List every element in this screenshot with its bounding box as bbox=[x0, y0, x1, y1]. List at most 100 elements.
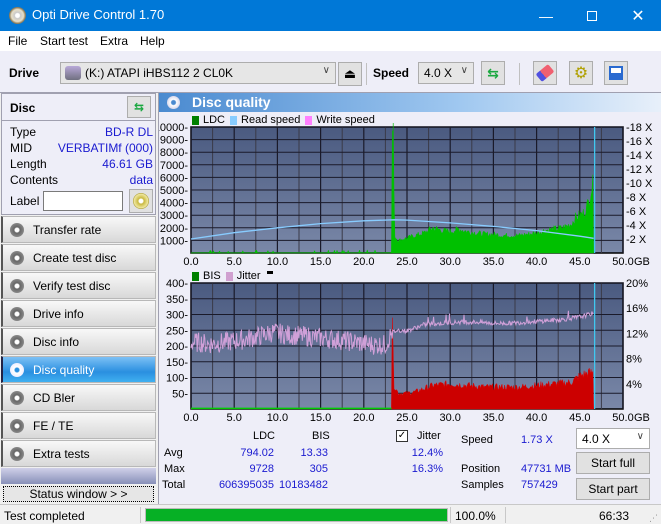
drive-icon bbox=[65, 66, 81, 80]
status-window-button[interactable]: Status window > > bbox=[3, 486, 154, 502]
y-tick-label: 1000- bbox=[160, 235, 188, 247]
elapsed-time: 66:33 bbox=[598, 509, 629, 523]
minimize-button[interactable]: — bbox=[523, 0, 569, 31]
extra-tests-icon bbox=[10, 447, 24, 461]
x-tick-label: 40.0 bbox=[526, 412, 547, 424]
y2-tick-label: 20% bbox=[626, 279, 648, 290]
settings-icon: ⚙ bbox=[573, 65, 589, 82]
maximize-icon bbox=[587, 10, 597, 21]
drive-info-icon bbox=[10, 307, 24, 321]
progress-percent: 100.0% bbox=[455, 509, 496, 523]
x-tick-label: 50.0 bbox=[612, 256, 633, 268]
y-tick-label: 2000- bbox=[160, 223, 188, 235]
legend-marker bbox=[266, 270, 273, 274]
total-bis: 10183482 bbox=[279, 479, 328, 491]
max-ldc: 9728 bbox=[249, 463, 274, 475]
divider bbox=[2, 120, 155, 121]
menu-file[interactable]: File bbox=[8, 34, 27, 48]
chevron-down-icon: ∨ bbox=[460, 65, 468, 76]
x-tick-label: 15.0 bbox=[310, 256, 331, 268]
nav-extra-tests[interactable]: Extra tests bbox=[1, 440, 156, 467]
disc-label-input[interactable] bbox=[43, 191, 123, 211]
start-full-button[interactable]: Start full bbox=[576, 452, 650, 474]
nav-disc-info[interactable]: Disc info bbox=[1, 328, 156, 355]
menu-start-test[interactable]: Start test bbox=[40, 34, 88, 48]
row-total-label: Total bbox=[162, 479, 186, 491]
cd-bler-icon bbox=[10, 391, 24, 405]
y-tick-label: 10000- bbox=[159, 123, 188, 134]
label-caption: Label bbox=[10, 194, 40, 208]
x-tick-label: 45.0 bbox=[569, 412, 590, 424]
progress-fill bbox=[146, 509, 447, 521]
test-speed-select[interactable]: 4.0 X ∨ bbox=[576, 428, 650, 449]
total-ldc: 606395035 bbox=[218, 479, 274, 491]
disc-row-length: Length 46.61 GB bbox=[10, 157, 153, 171]
x-tick-label: 35.0 bbox=[483, 412, 504, 424]
menu-extra[interactable]: Extra bbox=[100, 34, 128, 48]
erase-button[interactable] bbox=[533, 61, 557, 85]
menu-help[interactable]: Help bbox=[140, 34, 165, 48]
start-part-button[interactable]: Start part bbox=[576, 478, 650, 500]
left-panel: Disc ⇆ Type BD-R DL MID VERBATIMf (000) Le… bbox=[0, 93, 157, 504]
refresh-button[interactable]: ⇆ bbox=[481, 61, 505, 85]
x-tick-label: 15.0 bbox=[310, 412, 331, 424]
y2-tick-label: 12% bbox=[626, 328, 648, 340]
x-tick-label: 0.0 bbox=[183, 412, 198, 424]
x-tick-label: 25.0 bbox=[396, 412, 417, 424]
verify-disc-icon bbox=[10, 279, 24, 293]
y2-tick-label: -6 X bbox=[626, 206, 647, 218]
nav-fe-te[interactable]: FE / TE bbox=[1, 412, 156, 439]
speed-select[interactable]: 4.0 X ∨ bbox=[418, 62, 474, 84]
settings-button[interactable]: ⚙ bbox=[569, 61, 593, 85]
y2-tick-label: 4% bbox=[626, 379, 642, 391]
samples-label: Samples bbox=[461, 479, 504, 491]
progress-bar bbox=[145, 508, 448, 522]
y2-tick-label: -16 X bbox=[626, 136, 653, 148]
drive-label: Drive bbox=[9, 66, 40, 80]
x-tick-label: 10.0 bbox=[267, 412, 288, 424]
disc-label-button[interactable] bbox=[129, 189, 153, 213]
y-tick-label: 200- bbox=[166, 341, 188, 353]
nav-drive-info[interactable]: Drive info bbox=[1, 300, 156, 327]
disc-refresh-button[interactable]: ⇆ bbox=[127, 96, 151, 118]
nav-cd-bler[interactable]: CD Bler bbox=[1, 384, 156, 411]
panel-title: Disc quality bbox=[192, 94, 271, 110]
save-icon bbox=[609, 66, 623, 80]
y-tick-label: 400- bbox=[166, 279, 188, 290]
nav-verify-test-disc[interactable]: Verify test disc bbox=[1, 272, 156, 299]
refresh-icon: ⇆ bbox=[133, 100, 145, 114]
save-button[interactable] bbox=[604, 61, 628, 85]
row-max-label: Max bbox=[164, 463, 185, 475]
divider bbox=[140, 507, 141, 523]
maximize-button[interactable] bbox=[569, 0, 615, 31]
y-tick-label: 5000- bbox=[160, 185, 188, 197]
y2-tick-label: -14 X bbox=[626, 150, 653, 162]
y2-tick-label: -2 X bbox=[626, 234, 647, 246]
jitter-checkbox[interactable]: ✓ bbox=[396, 430, 408, 442]
nav-transfer-rate[interactable]: Transfer rate bbox=[1, 216, 156, 243]
x-tick-label: 0.0 bbox=[183, 256, 198, 268]
chevron-down-icon: ∨ bbox=[636, 431, 644, 442]
y-tick-label: 250- bbox=[166, 325, 188, 337]
nav-create-test-disc[interactable]: Create test disc bbox=[1, 244, 156, 271]
x-tick-label: 30.0 bbox=[439, 256, 460, 268]
close-button[interactable]: ✕ bbox=[615, 0, 661, 31]
position-label: Position bbox=[461, 463, 501, 475]
resize-grip-icon[interactable]: ⋰ bbox=[649, 513, 658, 524]
drive-select[interactable]: (K:) ATAPI iHBS112 2 CL0K ∨ bbox=[60, 62, 336, 84]
eject-button[interactable]: ⏏ bbox=[338, 62, 362, 86]
max-jitter: 16.3% bbox=[411, 463, 443, 475]
window-title: Opti Drive Control 1.70 bbox=[32, 7, 165, 22]
x-tick-label: 40.0 bbox=[526, 256, 547, 268]
y-tick-label: 300- bbox=[166, 310, 188, 322]
app-icon bbox=[9, 7, 26, 24]
position-value: 47731 MB bbox=[521, 463, 572, 475]
erase-icon bbox=[535, 64, 555, 82]
max-bis: 305 bbox=[309, 463, 328, 475]
disc-quality-panel: Disc quality LDC Read speed Write speed … bbox=[158, 93, 661, 504]
y-tick-label: 9000- bbox=[160, 135, 188, 147]
nav-disc-quality[interactable]: Disc quality bbox=[1, 356, 156, 383]
x-tick-label: 5.0 bbox=[227, 256, 242, 268]
transfer-rate-icon bbox=[10, 223, 24, 237]
ldc-chart: 1000-2000-3000-4000-5000-6000-7000-8000-… bbox=[159, 123, 653, 268]
